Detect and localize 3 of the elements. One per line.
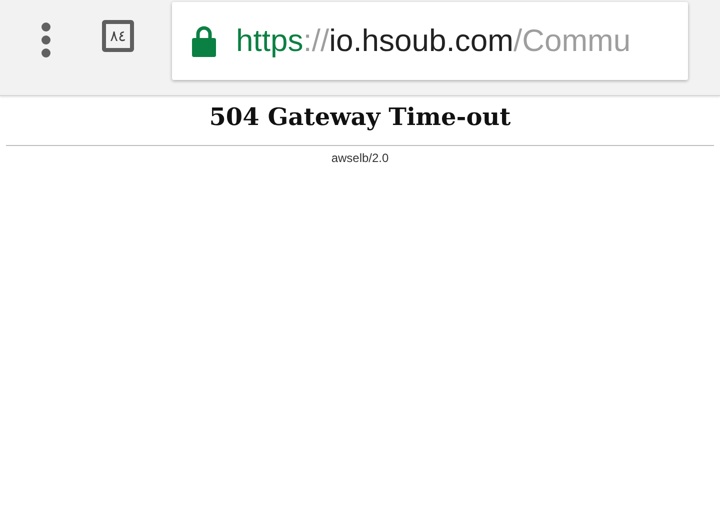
server-signature: awselb/2.0 <box>330 151 390 165</box>
tab-count-button[interactable]: ٨٤ <box>102 20 134 52</box>
error-heading: 504 Gateway Time-out <box>208 101 512 133</box>
